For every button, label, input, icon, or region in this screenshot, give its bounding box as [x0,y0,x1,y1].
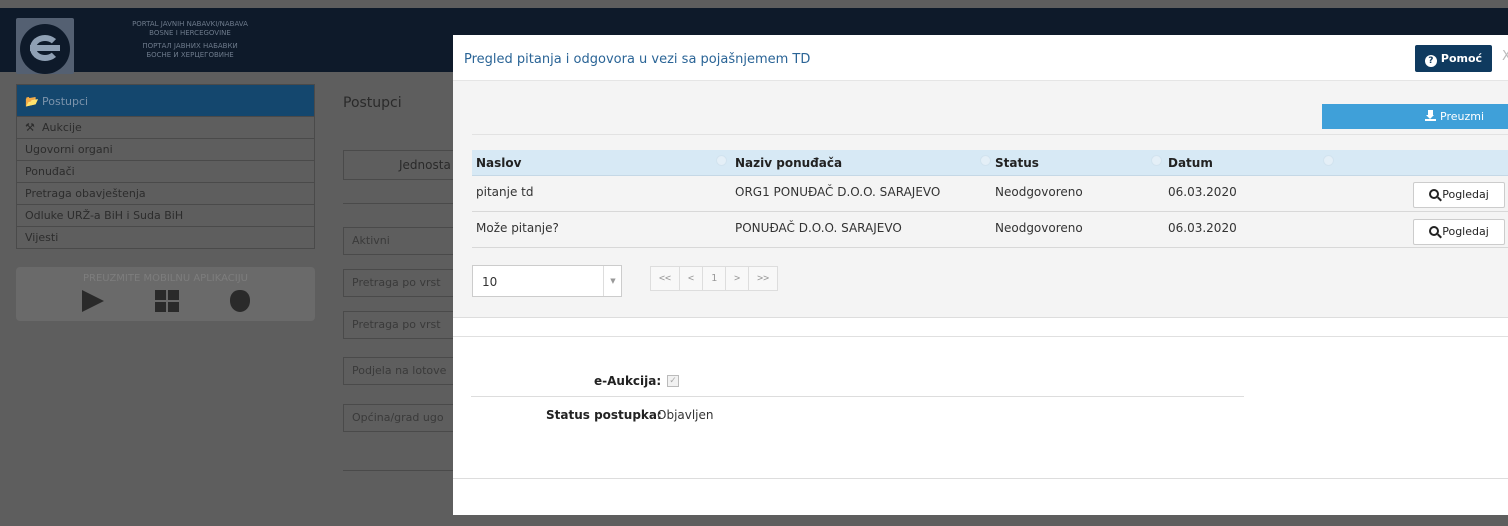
divider [453,478,1508,479]
sidebar-item-ugovorni-organi[interactable]: Ugovorni organi [16,139,315,161]
status-postupka-label: Status postupka: [546,408,662,422]
cell-datum: 06.03.2020 [1168,221,1237,235]
apple-store-icon[interactable] [229,290,250,312]
pagination: << < 1 > >> [650,266,779,291]
sidebar-item-pretraga-obavjestenja[interactable]: Pretraga obavještenja [16,183,315,205]
column-header-status[interactable]: Status [995,156,1039,170]
table-row: pitanje td ORG1 PONUĐAČ D.O.O. SARAJEVO … [472,177,1508,212]
search-icon [1429,226,1440,236]
eauction-checkbox[interactable]: ✓ [667,375,679,387]
column-header-ponudjac[interactable]: Naziv ponuđača [735,156,842,170]
modal-title: Pregled pitanja i odgovora u vezi sa poj… [464,52,811,67]
sidebar-item-label: Postupci [42,95,89,108]
filter-aktivni[interactable]: Aktivni [343,227,463,255]
chevron-down-icon: ▼ [603,266,622,296]
filter-lotovi[interactable]: Podjela na lotove [343,357,463,385]
help-button[interactable]: ? Pomoć [1415,45,1492,72]
status-postupka-value: Objavljen [657,408,714,422]
sidebar-item-vijesti[interactable]: Vijesti [16,227,315,249]
sidebar-item-ponudjaci[interactable]: Ponuđači [16,161,315,183]
download-button-label: Preuzmi [1440,110,1485,123]
sidebar-item-postupci[interactable]: 📂 Postupci [16,84,315,117]
search-icon [1429,189,1440,199]
sidebar: 📂 Postupci ⚒ Aukcije Ugovorni organi Ponuđ… [16,84,315,321]
column-header-datum[interactable]: Datum [1168,156,1213,170]
view-button[interactable]: Pogledaj [1413,219,1505,245]
page-size-select[interactable]: 10 ▼ [472,265,622,297]
filter-vrsta-postupka[interactable]: Pretraga po vrst [343,269,463,297]
sort-icon[interactable] [1323,155,1334,166]
tab-jednostavni[interactable]: Jednosta [343,150,463,180]
cell-ponudjac: ORG1 PONUĐAČ D.O.O. SARAJEVO [735,185,941,199]
divider [472,134,1508,135]
portal-name-line: БОСНЕ И ХЕРЦЕГОВИНЕ [146,51,234,59]
sort-icon[interactable] [980,155,991,166]
portal-name-line: BOSNE I HERCEGOVINE [149,29,231,37]
sort-icon[interactable] [1151,155,1162,166]
help-button-label: Pomoć [1440,52,1483,65]
procedure-details-panel: e-Aukcija: ✓ Status postupka: Objavljen [453,374,1508,515]
divider [343,470,463,471]
pager-next[interactable]: > [726,267,750,290]
view-button[interactable]: Pogledaj [1413,182,1505,208]
divider [453,336,1508,337]
modal-header: Pregled pitanja i odgovora u vezi sa poj… [453,35,1508,81]
pager-last[interactable]: >> [749,267,777,290]
sidebar-item-odluke[interactable]: Odluke URŽ-a BiH i Suda BiH [16,205,315,227]
eauction-label: e-Aukcija: [594,374,662,388]
page-size-value: 10 [482,275,498,289]
filter-opcina[interactable]: Općina/grad ugo [343,404,463,432]
download-icon [1425,110,1436,121]
pager-page[interactable]: 1 [703,267,727,290]
filter-vrsta-ugovora[interactable]: Pretraga po vrst [343,311,463,339]
cell-status: Neodgovoreno [995,221,1083,235]
portal-logo[interactable] [16,18,74,74]
windows-store-icon[interactable] [154,290,179,312]
cell-ponudjac: PONUĐAČ D.O.O. SARAJEVO [735,221,902,235]
download-button[interactable]: Preuzmi [1322,104,1508,129]
close-icon[interactable]: X [1502,49,1508,64]
portal-name-line: ПОРТАЛ ЈАВНИХ НАБАВКИ [142,42,238,50]
divider [343,203,463,204]
sort-icon[interactable] [716,155,727,166]
cell-status: Neodgovoreno [995,185,1083,199]
pager-prev[interactable]: < [680,267,704,290]
sidebar-item-aukcije[interactable]: ⚒ Aukcije [16,117,315,139]
gavel-icon: ⚒ [25,121,35,134]
folder-open-icon: 📂 [25,95,39,108]
mobile-app-banner: PREUZMITE MOBILNU APLIKACIJU [16,267,315,321]
column-header-naslov[interactable]: Naslov [476,156,521,170]
cell-naslov: Može pitanje? [476,221,559,235]
google-play-icon[interactable] [81,290,104,312]
sidebar-item-label: Aukcije [42,121,82,134]
modal-footer [453,317,1508,374]
mobile-app-label: PREUZMITE MOBILNU APLIKACIJU [83,273,248,284]
divider [471,396,1244,397]
question-circle-icon: ? [1424,55,1437,67]
pager-first[interactable]: << [651,267,681,290]
portal-name: PORTAL JAVNIH NABAVKI/NABAVA BOSNE I HER… [100,20,280,60]
table-header: Naslov Naziv ponuđača Status Datum [472,150,1508,176]
view-button-label: Pogledaj [1442,225,1489,238]
portal-name-line: PORTAL JAVNIH NABAVKI/NABAVA [132,20,248,28]
cell-datum: 06.03.2020 [1168,185,1237,199]
page-title: Postupci [343,95,402,111]
cell-naslov: pitanje td [476,185,534,199]
table-row: Može pitanje? PONUĐAČ D.O.O. SARAJEVO Ne… [472,213,1508,248]
view-button-label: Pogledaj [1442,188,1489,201]
